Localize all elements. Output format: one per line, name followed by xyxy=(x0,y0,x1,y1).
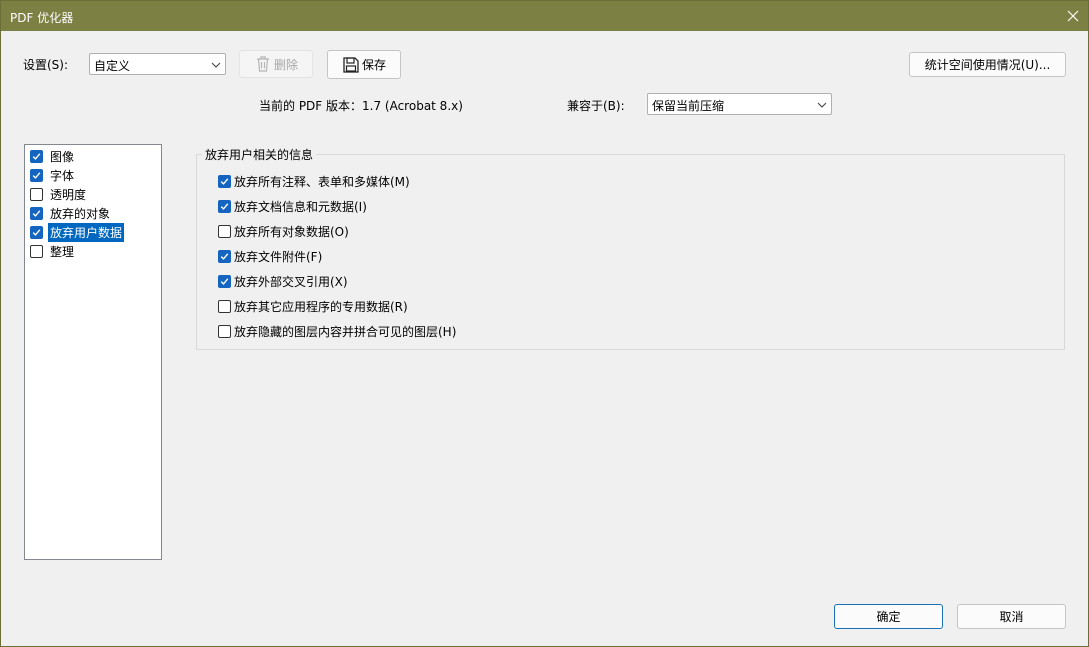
checkbox[interactable] xyxy=(218,224,231,238)
checkbox[interactable] xyxy=(218,174,231,188)
chevron-down-icon xyxy=(817,99,827,113)
delete-label: 删除 xyxy=(273,57,298,72)
settings-dropdown[interactable]: 自定义 xyxy=(89,53,226,75)
checkbox[interactable] xyxy=(218,249,231,263)
option-discard-comments-forms-multimedia[interactable]: 放弃所有注释、表单和多媒体(M) xyxy=(218,172,410,190)
floppy-disk-icon xyxy=(342,56,360,74)
close-icon[interactable] xyxy=(1058,1,1088,31)
save-label: 保存 xyxy=(361,58,386,72)
pdf-optimizer-dialog: PDF 优化器 设置(S): 自定义 删除 保存 统计空间使用情况(U)... … xyxy=(0,0,1089,647)
panel-item-fonts[interactable]: 字体 xyxy=(30,166,76,184)
save-button[interactable]: 保存 xyxy=(327,50,401,79)
chevron-down-icon xyxy=(211,59,221,73)
audit-space-usage-button[interactable]: 统计空间使用情况(U)... xyxy=(909,52,1066,77)
checkbox[interactable] xyxy=(30,187,43,201)
panel-item-label: 整理 xyxy=(50,244,75,259)
option-discard-file-attachments[interactable]: 放弃文件附件(F) xyxy=(218,247,322,265)
compat-dropdown[interactable]: 保留当前压缩 xyxy=(647,93,832,115)
option-label: 放弃文件附件(F) xyxy=(234,249,323,264)
cancel-label: 取消 xyxy=(999,610,1024,624)
option-label: 放弃隐藏的图层内容并拼合可见的图层(H) xyxy=(234,324,457,339)
panel-item-label: 放弃用户数据 xyxy=(48,222,125,242)
pdf-version-text: 当前的 PDF 版本：1.7 (Acrobat 8.x) xyxy=(259,99,463,113)
option-discard-private-app-data[interactable]: 放弃其它应用程序的专用数据(R) xyxy=(218,297,408,315)
checkbox[interactable] xyxy=(218,324,231,338)
checkbox[interactable] xyxy=(218,274,231,288)
panel-item-label: 放弃的对象 xyxy=(50,206,111,221)
settings-label: 设置(S): xyxy=(23,58,69,72)
option-discard-object-data[interactable]: 放弃所有对象数据(O) xyxy=(218,222,349,240)
panel-item-label: 图像 xyxy=(50,149,75,164)
title-bar[interactable]: PDF 优化器 xyxy=(1,1,1088,31)
option-discard-hidden-layers[interactable]: 放弃隐藏的图层内容并拼合可见的图层(H) xyxy=(218,322,456,340)
window-title: PDF 优化器 xyxy=(10,11,74,25)
checkbox[interactable] xyxy=(30,149,43,163)
option-discard-document-info-metadata[interactable]: 放弃文档信息和元数据(I) xyxy=(218,197,367,215)
checkbox[interactable] xyxy=(30,225,43,239)
panel-list: 图像 字体 透明度 放弃的对象 放弃用户数据 整理 xyxy=(24,144,162,560)
option-label: 放弃文档信息和元数据(I) xyxy=(234,199,367,214)
compat-value: 保留当前压缩 xyxy=(652,99,725,113)
checkbox[interactable] xyxy=(30,168,43,182)
panel-item-label: 透明度 xyxy=(50,187,87,202)
panel-item-label: 字体 xyxy=(50,168,75,183)
checkbox[interactable] xyxy=(218,199,231,213)
checkbox[interactable] xyxy=(30,244,43,258)
compat-label: 兼容于(B): xyxy=(567,99,625,113)
option-label: 放弃其它应用程序的专用数据(R) xyxy=(234,299,408,314)
delete-button[interactable]: 删除 xyxy=(239,50,313,78)
group-title: 放弃用户相关的信息 xyxy=(202,146,317,163)
ok-label: 确定 xyxy=(876,610,901,624)
ok-button[interactable]: 确定 xyxy=(834,604,943,629)
settings-value: 自定义 xyxy=(94,59,131,73)
panel-item-discard-user-data[interactable]: 放弃用户数据 xyxy=(30,222,125,242)
panel-item-transparency[interactable]: 透明度 xyxy=(30,185,88,203)
cancel-button[interactable]: 取消 xyxy=(957,604,1066,629)
checkbox[interactable] xyxy=(30,206,43,220)
option-label: 放弃外部交叉引用(X) xyxy=(234,274,348,289)
option-label: 放弃所有注释、表单和多媒体(M) xyxy=(234,174,410,189)
audit-space-usage-label: 统计空间使用情况(U)... xyxy=(924,58,1051,72)
trash-icon xyxy=(254,55,272,73)
panel-item-discard-objects[interactable]: 放弃的对象 xyxy=(30,204,112,222)
panel-item-clean-up[interactable]: 整理 xyxy=(30,242,76,260)
panel-item-images[interactable]: 图像 xyxy=(30,147,76,165)
checkbox[interactable] xyxy=(218,299,231,313)
option-label: 放弃所有对象数据(O) xyxy=(234,224,349,239)
option-discard-external-cross-references[interactable]: 放弃外部交叉引用(X) xyxy=(218,272,348,290)
